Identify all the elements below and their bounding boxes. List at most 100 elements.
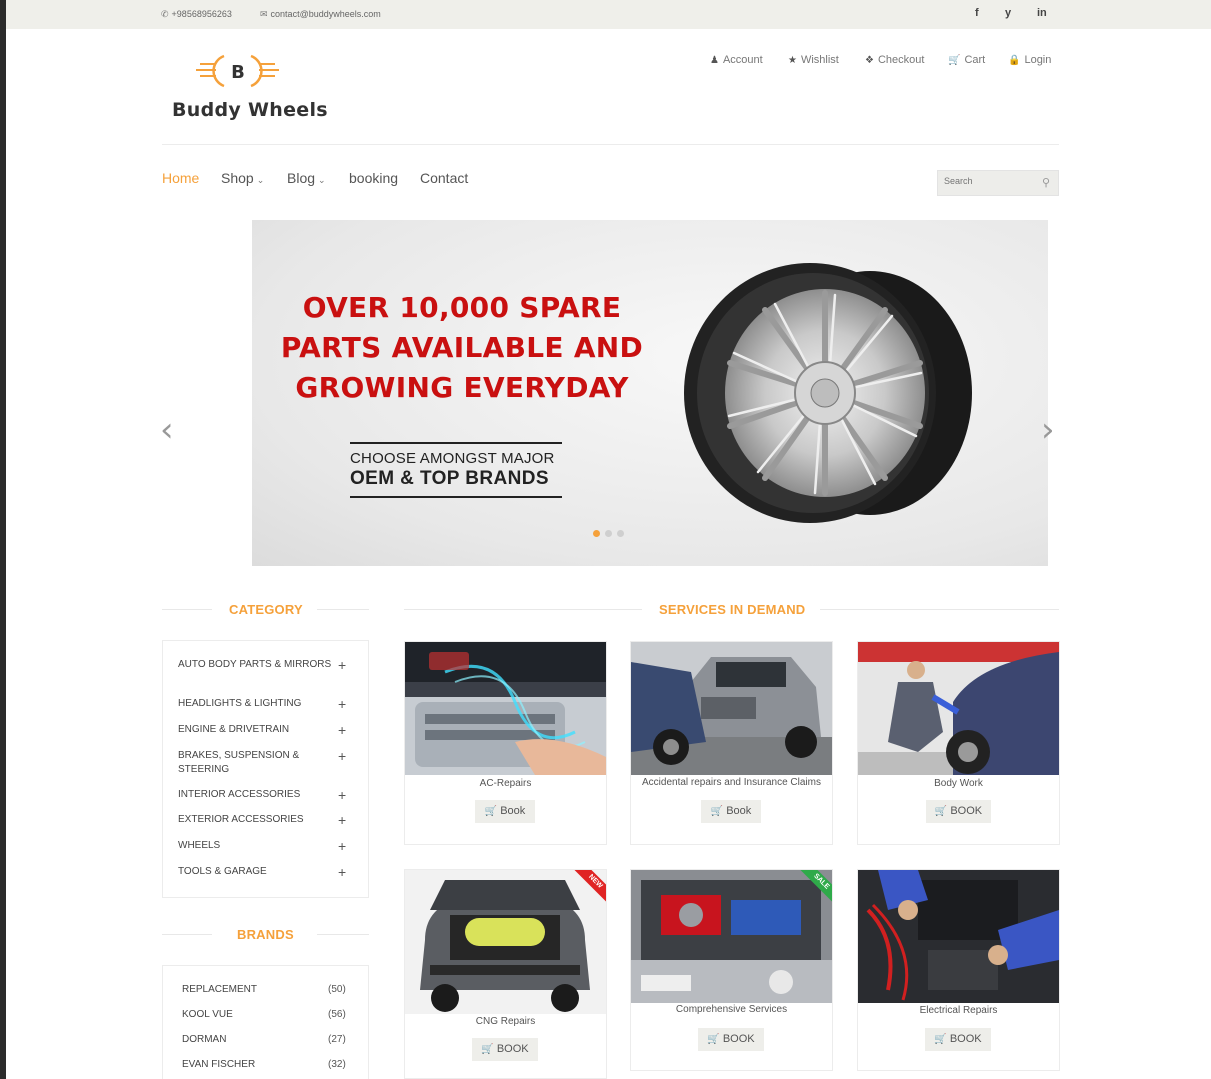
book-button[interactable]: 🛒 Book [475,800,535,823]
plus-icon[interactable]: + [338,788,346,802]
nav-booking[interactable]: booking [349,170,398,186]
account-link[interactable]: ♟ Account [710,54,763,66]
phone-contact[interactable]: ✆ +98568956263 [161,9,232,20]
hero-headline: OVER 10,000 SPARE PARTS AVAILABLE AND GR… [280,291,644,404]
window-edge [0,0,6,1079]
chevron-down-icon: ⌄ [256,175,265,185]
lock-icon: 🔒 [1008,55,1021,66]
linkedin-icon[interactable]: in [1037,7,1047,19]
category-item[interactable]: AUTO BODY PARTS & MIRRORS [178,658,348,672]
alloy-wheel-image [684,263,972,523]
nav-contact[interactable]: Contact [420,170,468,186]
category-item[interactable]: INTERIOR ACCESSORIES [178,788,348,802]
service-label: Body Work [934,778,983,789]
services-title: SERVICES IN DEMAND [659,602,806,617]
hero-subheading: CHOOSE AMONGST MAJOR OEM & TOP BRANDS [350,442,562,498]
brand-item[interactable]: KOOL VUE [182,1009,233,1020]
slider-next-arrow-icon[interactable]: › [1041,410,1055,450]
phone-number: +98568956263 [171,9,232,19]
plus-icon[interactable]: + [338,658,346,672]
crosshair-icon: ❖ [865,55,874,66]
cart-icon: 🛒 [710,806,724,817]
section-divider [162,609,212,610]
section-divider [317,609,369,610]
plus-icon[interactable]: + [338,865,346,879]
category-item[interactable]: WHEELS [178,839,348,853]
email-address: contact@buddywheels.com [270,9,381,19]
wishlist-link[interactable]: ★ Wishlist [788,54,839,66]
site-name[interactable]: Buddy Wheels [172,99,328,121]
slider-dot[interactable] [593,530,600,537]
cart-icon: 🛒 [948,55,961,66]
service-card[interactable]: AC-Repairs 🛒 Book [404,641,607,845]
search-box: ⚲ [937,170,1059,196]
electrical-repairs-image [858,870,1059,1003]
book-button[interactable]: 🛒 BOOK [926,800,991,823]
brand-count: (56) [328,1009,346,1020]
brand-item[interactable]: EVAN FISCHER [182,1059,255,1070]
plus-icon[interactable]: + [338,723,346,737]
checkout-link[interactable]: ❖ Checkout [865,54,924,66]
cart-icon: 🛒 [934,1034,947,1045]
plus-icon[interactable]: + [338,749,346,763]
slider-dot[interactable] [605,530,612,537]
category-item[interactable]: EXTERIOR ACCESSORIES [178,813,348,827]
brand-list: REPLACEMENT (50) KOOL VUE (56) DORMAN (2… [162,965,369,1079]
cart-link[interactable]: 🛒 Cart [948,54,985,66]
brand-count: (32) [328,1059,346,1070]
plus-icon[interactable]: + [338,697,346,711]
nav-blog[interactable]: Blog ⌄ [287,170,326,186]
email-contact[interactable]: ✉ contact@buddywheels.com [260,9,381,20]
search-input[interactable] [944,176,1034,186]
cart-icon: 🛒 [934,806,948,817]
brand-count: (27) [328,1034,346,1045]
brands-title: BRANDS [237,927,294,942]
book-button[interactable]: 🛒 BOOK [925,1028,991,1051]
plus-icon[interactable]: + [338,813,346,827]
category-title: CATEGORY [229,602,303,617]
facebook-icon[interactable]: f [975,7,979,19]
star-icon: ★ [788,55,797,66]
phone-icon: ✆ [161,9,169,19]
slider-dot[interactable] [617,530,624,537]
category-item[interactable]: ENGINE & DRIVETRAIN [178,723,348,737]
service-card[interactable]: SALE Comprehensive Services 🛒 BOOK [630,869,833,1071]
nav-home[interactable]: Home [162,170,199,186]
brand-count: (50) [328,984,346,995]
book-button[interactable]: 🛒 BOOK [472,1038,538,1061]
service-card[interactable]: NEW CNG Repairs 🛒 BOOK [404,869,607,1079]
logo-emblem-icon: B [196,54,279,88]
nav-shop[interactable]: Shop ⌄ [221,170,264,186]
body-work-image [858,642,1059,775]
hero-slider[interactable]: OVER 10,000 SPARE PARTS AVAILABLE AND GR… [252,220,1048,566]
section-divider [162,934,212,935]
cng-repairs-image: NEW [405,870,606,1014]
envelope-icon: ✉ [260,9,268,19]
twitter-icon[interactable]: y [1005,7,1011,19]
category-item[interactable]: HEADLIGHTS & LIGHTING [178,697,348,711]
book-button[interactable]: 🛒 Book [701,800,761,823]
service-card[interactable]: Accidental repairs and Insurance Claims … [630,641,833,845]
service-card[interactable]: Body Work 🛒 BOOK [857,641,1060,845]
plus-icon[interactable]: + [338,839,346,853]
chevron-down-icon: ⌄ [318,175,326,185]
slider-prev-arrow-icon[interactable]: ‹ [160,410,174,450]
brand-item[interactable]: REPLACEMENT [182,984,257,995]
search-icon[interactable]: ⚲ [1042,176,1050,189]
ac-repairs-image [405,642,606,775]
cart-icon: 🛒 [707,1034,720,1045]
top-bar: ✆ +98568956263 ✉ contact@buddywheels.com f… [6,0,1211,29]
book-button[interactable]: 🛒 BOOK [698,1028,764,1051]
category-list: AUTO BODY PARTS & MIRRORS + HEADLIGHTS &… [162,640,369,898]
comprehensive-services-image: SALE [631,870,832,1003]
section-divider [820,609,1059,610]
service-label: Accidental repairs and Insurance Claims [642,777,821,788]
service-label: CNG Repairs [475,1016,536,1027]
section-divider [404,609,642,610]
category-item[interactable]: BRAKES, SUSPENSION & STEERING [178,749,348,777]
logo-letter: B [231,62,245,83]
category-item[interactable]: TOOLS & GARAGE [178,865,348,879]
service-card[interactable]: Electrical Repairs 🛒 BOOK [857,869,1060,1071]
login-link[interactable]: 🔒 Login [1008,54,1051,66]
brand-item[interactable]: DORMAN [182,1034,226,1045]
